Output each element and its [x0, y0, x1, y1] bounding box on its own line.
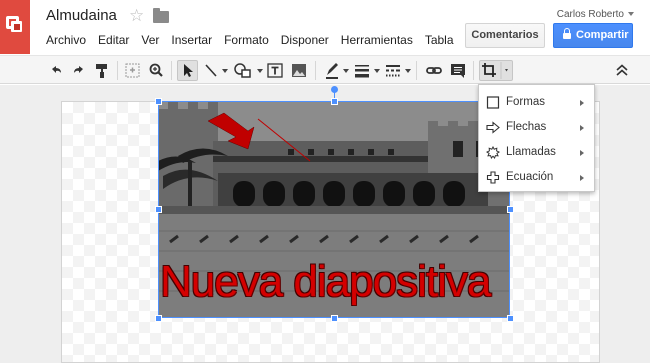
toolbar-divider [117, 61, 118, 80]
rotate-handle[interactable] [331, 86, 338, 93]
crop-icon[interactable] [479, 60, 513, 81]
toolbar-divider [315, 61, 316, 80]
pen-icon[interactable] [323, 60, 341, 81]
selection-box [158, 101, 510, 318]
menu-archivo[interactable]: Archivo [46, 33, 86, 47]
menu-item-formas[interactable]: Formas [479, 90, 594, 115]
submenu-arrow-icon [580, 125, 584, 131]
resize-handle-nw[interactable] [155, 98, 162, 105]
shape-icon[interactable] [232, 60, 254, 81]
menu-item-label: Ecuación [506, 171, 554, 183]
new-slide-icon[interactable] [124, 60, 142, 81]
resize-handle-s[interactable] [331, 315, 338, 322]
menu-item-label: Formas [506, 96, 545, 108]
menu-bar: Archivo Editar Ver Insertar Formato Disp… [46, 33, 466, 47]
menu-formato[interactable]: Formato [224, 33, 269, 47]
folder-icon[interactable] [153, 8, 169, 23]
chevron-down-icon[interactable] [343, 69, 349, 73]
plus-shape-icon [486, 171, 500, 184]
select-icon[interactable] [177, 60, 198, 81]
chevron-down-icon[interactable] [374, 69, 380, 73]
menu-tabla[interactable]: Tabla [425, 33, 454, 47]
image-icon[interactable] [290, 60, 308, 81]
resize-handle-w[interactable] [155, 206, 162, 213]
menu-herramientas[interactable]: Herramientas [341, 33, 413, 47]
comments-button[interactable]: Comentarios [465, 23, 545, 48]
collapse-icon[interactable] [614, 60, 630, 81]
menu-disponer[interactable]: Disponer [281, 33, 329, 47]
submenu-arrow-icon [580, 150, 584, 156]
menu-item-llamadas[interactable]: Llamadas [479, 140, 594, 165]
arrow-shape-icon [486, 121, 500, 134]
redo-icon[interactable] [71, 60, 87, 81]
share-button[interactable]: Compartir [553, 23, 633, 48]
star-icon[interactable]: ☆ [129, 6, 144, 26]
toolbar-divider [473, 61, 474, 80]
comment-icon[interactable] [449, 60, 467, 81]
submenu-arrow-icon [580, 100, 584, 106]
chevron-down-icon[interactable] [405, 69, 411, 73]
toolbar-divider [416, 61, 417, 80]
link-icon[interactable] [425, 60, 443, 81]
user-account[interactable]: Carlos Roberto [557, 9, 634, 20]
resize-handle-n[interactable] [331, 98, 338, 105]
resize-handle-sw[interactable] [155, 315, 162, 322]
submenu-arrow-icon [580, 175, 584, 181]
paint-format-icon[interactable] [94, 60, 110, 81]
logo-mark-core [14, 24, 20, 30]
callout-icon [486, 146, 500, 159]
share-label: Compartir [576, 29, 629, 41]
menu-item-label: Llamadas [506, 146, 556, 158]
toolbar-divider [171, 61, 172, 80]
resize-handle-e[interactable] [507, 206, 514, 213]
document-title[interactable]: Almudaina [46, 7, 117, 24]
text-box-icon[interactable] [266, 60, 284, 81]
line-icon[interactable] [203, 60, 219, 81]
line-weight-icon[interactable] [353, 60, 371, 81]
user-name: Carlos Roberto [556, 9, 624, 20]
lock-icon [563, 28, 571, 39]
chevron-down-icon [628, 12, 634, 17]
resize-handle-se[interactable] [507, 315, 514, 322]
chevron-down-icon[interactable] [222, 69, 228, 73]
crop-dropdown-menu: Formas Flechas Llamadas Ecuación [478, 84, 595, 192]
menu-item-ecuacion[interactable]: Ecuación [479, 165, 594, 190]
slides-logo[interactable] [0, 0, 30, 54]
toolbar [0, 55, 650, 84]
chevron-down-icon[interactable] [257, 69, 263, 73]
menu-editar[interactable]: Editar [98, 33, 129, 47]
menu-item-flechas[interactable]: Flechas [479, 115, 594, 140]
menu-insertar[interactable]: Insertar [171, 33, 212, 47]
menu-item-label: Flechas [506, 121, 547, 133]
line-dash-icon[interactable] [384, 60, 402, 81]
shape-square-icon [486, 96, 500, 109]
menu-ver[interactable]: Ver [141, 33, 159, 47]
undo-icon[interactable] [48, 60, 64, 81]
zoom-icon[interactable] [147, 60, 165, 81]
